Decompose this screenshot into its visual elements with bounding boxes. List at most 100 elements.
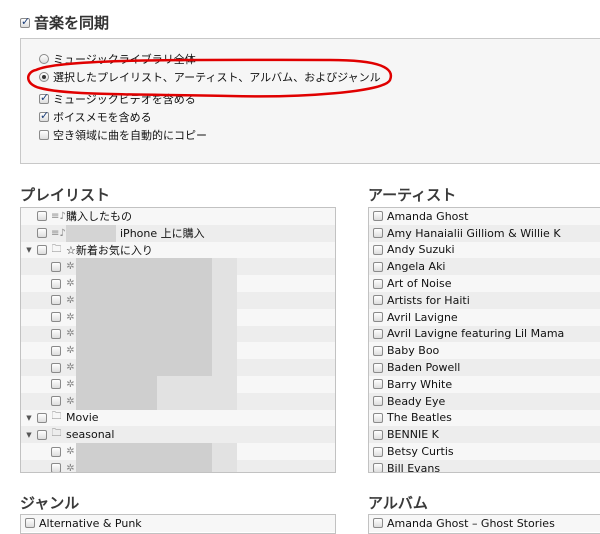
checkbox[interactable] bbox=[51, 345, 61, 356]
playlist-row[interactable]: ✲ bbox=[21, 342, 335, 360]
checkbox[interactable] bbox=[37, 211, 47, 222]
playlist-row[interactable]: ▼ 🗀 ☆新着お気に入り bbox=[21, 241, 335, 259]
album-row[interactable]: Amanda Ghost – Ghost Stories bbox=[369, 515, 600, 532]
checkbox[interactable] bbox=[373, 429, 383, 440]
playlist-icon: ≡♪ bbox=[51, 210, 66, 222]
smart-playlist-gear-icon: ✲ bbox=[66, 294, 75, 306]
redacted-block bbox=[212, 325, 237, 343]
artist-row[interactable]: The Beatles bbox=[369, 409, 600, 427]
artists-list[interactable]: Amanda Ghost Amy Hanaialii Gilliom & Will… bbox=[368, 207, 600, 473]
artist-row-label: Art of Noise bbox=[387, 277, 452, 291]
redacted-block bbox=[102, 443, 157, 460]
artist-row[interactable]: BENNIE K bbox=[369, 426, 600, 444]
playlist-row[interactable]: ≡♪ 購入したもの bbox=[21, 208, 335, 225]
checkbox[interactable] bbox=[373, 446, 383, 457]
playlist-row[interactable]: ✲ bbox=[21, 308, 335, 326]
checkbox[interactable] bbox=[373, 211, 383, 222]
artist-row[interactable]: Art of Noise bbox=[369, 275, 600, 292]
redacted-block bbox=[157, 275, 212, 292]
checkbox[interactable] bbox=[51, 312, 61, 323]
artist-row[interactable]: Avril Lavigne featuring Lil Mama bbox=[369, 325, 600, 343]
playlist-row[interactable]: ✲ bbox=[21, 275, 335, 292]
redacted-block bbox=[157, 443, 212, 460]
checkbox[interactable] bbox=[37, 412, 47, 423]
playlist-row[interactable]: ≡♪ iPhone 上に購入 bbox=[21, 224, 335, 242]
playlist-row[interactable]: ✲ bbox=[21, 325, 335, 343]
checkbox[interactable] bbox=[373, 228, 383, 239]
artist-row[interactable]: Bill Evans bbox=[369, 459, 600, 472]
artist-row-label: Artists for Haiti bbox=[387, 293, 470, 307]
artist-row[interactable]: Barry White bbox=[369, 375, 600, 393]
artist-row[interactable]: Baby Boo bbox=[369, 342, 600, 360]
genres-list[interactable]: Alternative & Punk bbox=[20, 514, 336, 534]
artist-row-label: Angela Aki bbox=[387, 260, 446, 274]
genres-title: ジャンル bbox=[20, 494, 80, 512]
playlist-row[interactable]: ▼ 🗀 seasonal bbox=[21, 426, 335, 444]
checkbox[interactable] bbox=[373, 261, 383, 272]
checkbox[interactable] bbox=[373, 463, 383, 472]
disclosure-triangle-icon[interactable]: ▼ bbox=[25, 414, 33, 422]
checkbox[interactable] bbox=[51, 362, 61, 373]
checkbox[interactable] bbox=[37, 244, 47, 255]
smart-playlist-gear-icon: ✲ bbox=[66, 311, 75, 323]
checkbox[interactable] bbox=[37, 228, 47, 239]
redacted-block bbox=[102, 325, 157, 343]
smart-playlist-gear-icon: ✲ bbox=[66, 378, 75, 390]
checkbox[interactable] bbox=[373, 396, 383, 407]
playlist-row[interactable]: ✲ bbox=[21, 459, 335, 472]
genre-row[interactable]: Alternative & Punk bbox=[21, 515, 335, 532]
artist-row[interactable]: Amy Hanaialii Gilliom & Willie K bbox=[369, 224, 600, 242]
checkbox[interactable] bbox=[373, 328, 383, 339]
playlist-row[interactable]: ✲ bbox=[21, 359, 335, 376]
artist-row[interactable]: Baden Powell bbox=[369, 359, 600, 376]
checkbox[interactable] bbox=[373, 412, 383, 423]
checkbox[interactable] bbox=[51, 396, 61, 407]
redacted-block bbox=[76, 443, 102, 460]
checkbox[interactable] bbox=[37, 429, 47, 440]
checkbox[interactable] bbox=[373, 312, 383, 323]
redacted-block bbox=[212, 392, 237, 410]
artist-row[interactable]: Artists for Haiti bbox=[369, 291, 600, 309]
checkbox[interactable] bbox=[373, 345, 383, 356]
checkbox[interactable] bbox=[373, 278, 383, 289]
playlist-label: 購入したもの bbox=[66, 210, 132, 224]
smart-playlist-gear-icon: ✲ bbox=[66, 446, 75, 458]
artist-row[interactable]: Avril Lavigne bbox=[369, 308, 600, 326]
redacted-block bbox=[212, 275, 237, 292]
artist-row-label: Amanda Ghost bbox=[387, 209, 469, 223]
checkbox[interactable] bbox=[51, 463, 61, 472]
redacted-block bbox=[76, 308, 102, 326]
checkbox[interactable] bbox=[51, 295, 61, 306]
disclosure-triangle-icon[interactable]: ▼ bbox=[25, 431, 33, 439]
albums-list[interactable]: Amanda Ghost – Ghost Stories bbox=[368, 514, 600, 534]
disclosure-triangle-icon[interactable]: ▼ bbox=[25, 246, 33, 254]
playlist-row[interactable]: ✲ bbox=[21, 443, 335, 460]
checkbox[interactable] bbox=[373, 379, 383, 390]
playlist-row[interactable]: ✲ bbox=[21, 375, 335, 393]
artist-row[interactable]: Amanda Ghost bbox=[369, 208, 600, 225]
smart-playlist-gear-icon: ✲ bbox=[66, 345, 75, 357]
redacted-block bbox=[157, 291, 212, 309]
checkbox[interactable] bbox=[51, 379, 61, 390]
checkbox[interactable] bbox=[51, 278, 61, 289]
folder-icon: 🗀 bbox=[51, 428, 62, 440]
checkbox[interactable] bbox=[373, 295, 383, 306]
artist-row[interactable]: Andy Suzuki bbox=[369, 241, 600, 259]
artist-row[interactable]: Angela Aki bbox=[369, 258, 600, 276]
checkbox[interactable] bbox=[373, 362, 383, 373]
playlist-row[interactable]: ✲ bbox=[21, 392, 335, 410]
redacted-block bbox=[102, 459, 157, 472]
artist-row-label: The Beatles bbox=[387, 411, 452, 425]
smart-playlist-gear-icon: ✲ bbox=[66, 395, 75, 407]
playlist-row[interactable]: ✲ bbox=[21, 258, 335, 276]
checkbox[interactable] bbox=[51, 261, 61, 272]
artist-row[interactable]: Beady Eye bbox=[369, 392, 600, 410]
checkbox[interactable] bbox=[51, 446, 61, 457]
checkbox[interactable] bbox=[51, 328, 61, 339]
playlist-row[interactable]: ▼ 🗀 Movie bbox=[21, 409, 335, 427]
artist-row[interactable]: Betsy Curtis bbox=[369, 443, 600, 460]
playlist-row[interactable]: ✲ bbox=[21, 291, 335, 309]
redacted-block bbox=[212, 258, 237, 276]
checkbox[interactable] bbox=[373, 244, 383, 255]
playlists-list[interactable]: ≡♪ 購入したもの ≡♪ iPhone 上に購入 ▼ 🗀 ☆新着お気に入り ✲ ✲ ✲ ✲ ✲ ✲ ✲ ✲ ✲… bbox=[20, 207, 336, 473]
